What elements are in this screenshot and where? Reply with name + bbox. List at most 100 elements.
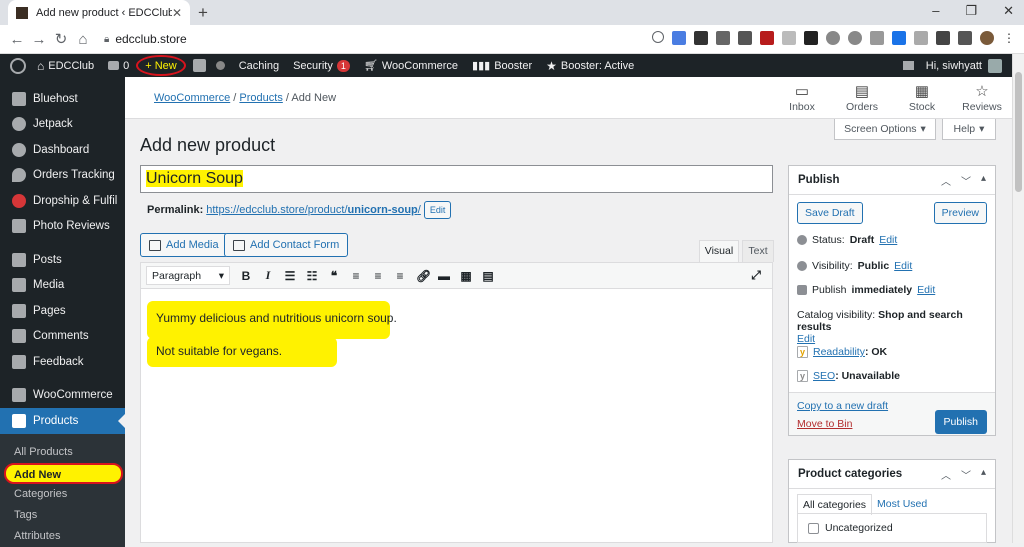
comments-link[interactable]: 0 bbox=[101, 54, 136, 77]
submenu-add-new[interactable]: Add New bbox=[4, 462, 123, 484]
yoast-button[interactable] bbox=[186, 54, 232, 77]
italic-icon[interactable]: I bbox=[262, 268, 274, 283]
playlist-icon[interactable] bbox=[958, 31, 972, 45]
chevron-down-icon[interactable]: ﹀ bbox=[961, 467, 971, 482]
chevron-up-icon[interactable]: ︿ bbox=[941, 467, 951, 482]
pdf-icon[interactable] bbox=[760, 31, 774, 45]
publish-time-edit-link[interactable]: Edit bbox=[917, 284, 935, 296]
copy-to-draft-link[interactable]: Copy to a new draft bbox=[797, 400, 888, 412]
maximize-button[interactable]: ❐ bbox=[965, 3, 977, 19]
extension-2-icon[interactable] bbox=[738, 31, 752, 45]
new-content-button[interactable]: + New bbox=[136, 55, 186, 76]
catalog-edit-link[interactable]: Edit bbox=[797, 333, 815, 345]
booster-active-link[interactable]: ★ Booster: Active bbox=[539, 54, 641, 77]
permalink-link[interactable]: https://edcclub.store/product/unicorn-so… bbox=[206, 204, 421, 216]
fullscreen-icon[interactable]: ⤢ bbox=[750, 268, 762, 283]
tab-text[interactable]: Text bbox=[742, 240, 774, 262]
woocommerce-link[interactable]: 🛒︎ WooCommerce bbox=[357, 54, 465, 77]
sidebar-item-woocommerce[interactable]: WooCommerce bbox=[0, 383, 125, 409]
home-icon[interactable]: ⌂ bbox=[72, 31, 94, 48]
extension-7-icon[interactable] bbox=[870, 31, 884, 45]
align-left-icon[interactable]: ≡ bbox=[350, 269, 362, 283]
new-tab-button[interactable]: + bbox=[198, 3, 208, 23]
extension-3-icon[interactable] bbox=[782, 31, 796, 45]
address-bar[interactable]: 🔒︎ edcclub.store bbox=[104, 32, 187, 46]
help-button[interactable]: Help ▾ bbox=[942, 119, 996, 140]
product-title-input[interactable]: Unicorn Soup bbox=[140, 165, 773, 193]
sidebar-item-orders-tracking[interactable]: Orders Tracking bbox=[0, 163, 125, 189]
orders-button[interactable]: ▤ Orders bbox=[837, 83, 887, 113]
reload-icon[interactable]: ↻ bbox=[50, 30, 72, 48]
readability-link[interactable]: Readability bbox=[813, 346, 865, 358]
sidebar-item-bluehost[interactable]: Bluehost bbox=[0, 86, 125, 112]
link-icon[interactable]: 🔗︎ bbox=[416, 269, 431, 283]
sidebar-item-photo-reviews[interactable]: Photo Reviews bbox=[0, 214, 125, 240]
submenu-attributes[interactable]: Attributes bbox=[0, 526, 125, 547]
browser-tab[interactable]: Add new product ‹ EDCClub — W ✕ bbox=[8, 0, 190, 25]
sidebar-item-products[interactable]: Products bbox=[0, 408, 125, 434]
sidebar-item-dropship[interactable]: Dropship & Fulfil bbox=[0, 188, 125, 214]
align-center-icon[interactable]: ≡ bbox=[372, 269, 384, 283]
booster-link[interactable]: ▮▮▮ Booster bbox=[465, 54, 539, 77]
chevron-down-icon[interactable]: ﹀ bbox=[961, 173, 971, 188]
add-contact-form-button[interactable]: Add Contact Form bbox=[224, 233, 349, 257]
tab-all-categories[interactable]: All categories bbox=[797, 494, 873, 515]
breadcrumb-products[interactable]: Products bbox=[239, 92, 282, 104]
extension-9-icon[interactable] bbox=[914, 31, 928, 45]
bullet-list-icon[interactable]: ☰ bbox=[284, 269, 296, 283]
submenu-all-products[interactable]: All Products bbox=[0, 442, 125, 463]
toolbar-toggle-icon[interactable]: ▦ bbox=[460, 269, 472, 283]
seo-link[interactable]: SEO bbox=[813, 370, 835, 382]
triangle-up-icon[interactable]: ▴ bbox=[981, 467, 986, 482]
sidebar-item-comments[interactable]: Comments bbox=[0, 324, 125, 350]
page-scrollbar[interactable] bbox=[1012, 54, 1024, 543]
sidebar-item-pages[interactable]: Pages bbox=[0, 298, 125, 324]
bookmark-star-icon[interactable] bbox=[652, 31, 664, 43]
submenu-tags[interactable]: Tags bbox=[0, 505, 125, 526]
sidebar-item-jetpack[interactable]: Jetpack bbox=[0, 112, 125, 138]
profile-avatar[interactable] bbox=[980, 31, 994, 45]
sidebar-item-media[interactable]: Media bbox=[0, 273, 125, 299]
site-name-link[interactable]: ⌂ EDCClub bbox=[30, 54, 101, 77]
format-select[interactable]: Paragraph ▾ bbox=[146, 266, 230, 285]
uncategorized-checkbox[interactable] bbox=[808, 522, 819, 534]
account-menu[interactable]: Hi, siwhyatt bbox=[902, 58, 1012, 73]
read-more-icon[interactable]: ▬ bbox=[438, 269, 450, 283]
submenu-categories[interactable]: Categories bbox=[0, 484, 125, 505]
chevron-up-icon[interactable]: ︿ bbox=[941, 173, 951, 188]
tab-most-used[interactable]: Most Used bbox=[872, 494, 932, 515]
translate-icon[interactable] bbox=[672, 31, 686, 45]
extension-8-icon[interactable] bbox=[892, 31, 906, 45]
numbered-list-icon[interactable]: ☷ bbox=[306, 269, 318, 283]
preview-button[interactable]: Preview bbox=[933, 202, 987, 224]
minimize-button[interactable]: – bbox=[932, 3, 939, 19]
scrollbar-thumb[interactable] bbox=[1015, 72, 1022, 192]
sidebar-item-feedback[interactable]: Feedback bbox=[0, 349, 125, 375]
extension-1-icon[interactable] bbox=[716, 31, 730, 45]
align-right-icon[interactable]: ≡ bbox=[394, 269, 406, 283]
more-menu-icon[interactable]: ⋮ bbox=[1002, 31, 1016, 45]
blockquote-icon[interactable]: ❝ bbox=[328, 269, 340, 283]
move-to-bin-link[interactable]: Move to Bin bbox=[797, 418, 852, 430]
reviews-button[interactable]: ☆ Reviews bbox=[957, 83, 1007, 113]
inbox-button[interactable]: ▭ Inbox bbox=[777, 83, 827, 113]
sidebar-item-dashboard[interactable]: Dashboard bbox=[0, 137, 125, 163]
add-media-button[interactable]: Add Media bbox=[140, 233, 228, 257]
layers-icon[interactable] bbox=[694, 31, 708, 45]
visibility-edit-link[interactable]: Edit bbox=[894, 260, 912, 272]
wordpress-logo-icon[interactable] bbox=[10, 57, 26, 74]
screen-options-button[interactable]: Screen Options ▾ bbox=[834, 119, 936, 140]
content-editor[interactable]: Yummy delicious and nutritious unicorn s… bbox=[140, 289, 773, 543]
extension-6-icon[interactable] bbox=[848, 31, 862, 45]
permalink-edit-button[interactable]: Edit bbox=[423, 201, 452, 219]
extension-4-icon[interactable] bbox=[804, 31, 818, 45]
extension-5-icon[interactable] bbox=[826, 31, 840, 45]
puzzle-icon[interactable] bbox=[936, 31, 950, 45]
save-draft-button[interactable]: Save Draft bbox=[797, 202, 863, 224]
status-edit-link[interactable]: Edit bbox=[879, 234, 897, 246]
stock-button[interactable]: ▦ Stock bbox=[897, 83, 947, 113]
form-insert-icon[interactable]: ▤ bbox=[482, 269, 494, 283]
bold-icon[interactable]: B bbox=[240, 269, 252, 283]
window-close-button[interactable]: ✕ bbox=[1003, 3, 1014, 19]
caching-link[interactable]: Caching bbox=[232, 54, 286, 77]
